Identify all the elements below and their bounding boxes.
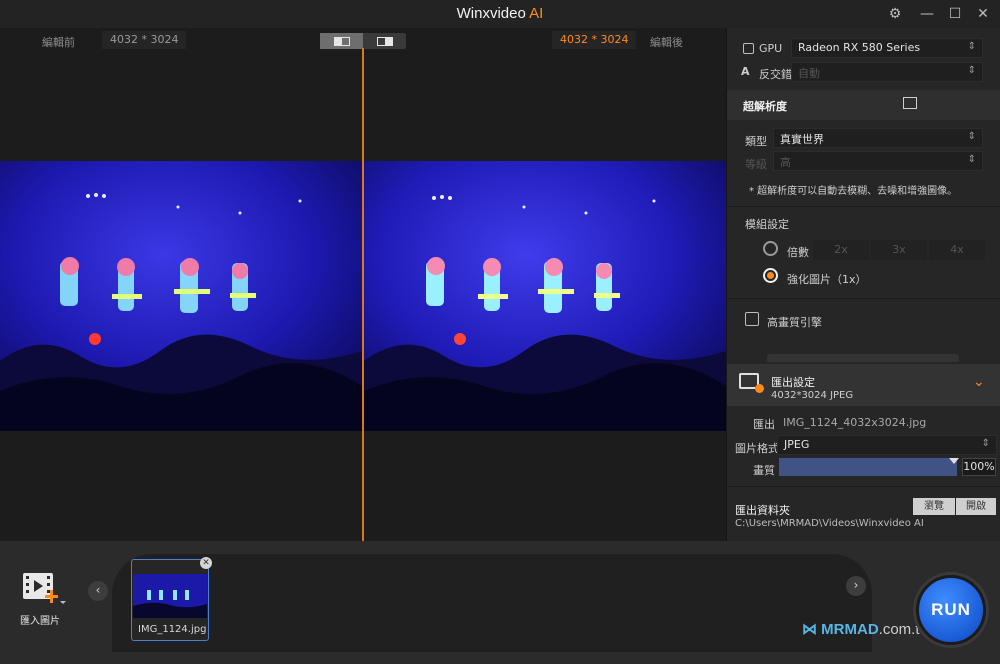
view-mode-toggle	[320, 33, 406, 49]
export-label: 匯出	[753, 418, 775, 431]
before-label: 編輯前	[42, 36, 75, 49]
level-label: 等級	[745, 158, 767, 171]
app-title-main: Winxvideo	[456, 5, 526, 22]
quality-label: 畫質	[753, 464, 775, 477]
deinterlace-select[interactable]: 自動 ⇕	[791, 62, 983, 82]
divider	[727, 486, 1000, 487]
level-select-value: 高	[780, 156, 791, 169]
updown-arrow-icon: ⇕	[967, 41, 976, 52]
concert-stage-image	[0, 161, 362, 431]
type-select[interactable]: 真實世界 ⇕	[773, 128, 983, 148]
export-filename[interactable]: IMG_1124_4032x3024.jpg	[783, 416, 926, 429]
settings-panel: GPU Radeon RX 580 Series ⇕ A 反交錯 自動 ⇕ 超解…	[726, 28, 1000, 541]
quality-value[interactable]: 100%	[962, 458, 996, 476]
chevron-left-icon[interactable]: ‹	[88, 581, 108, 601]
thumbnail-filename: IMG_1124.jpg	[138, 624, 207, 635]
side-by-side-button[interactable]	[363, 33, 406, 49]
image-format-label: 圖片格式	[735, 442, 779, 455]
font-a-icon: A	[741, 65, 750, 78]
panel-handle	[767, 354, 959, 362]
super-resolution-title: 超解析度	[743, 100, 787, 113]
export-settings-summary: 4032*3024 JPEG	[771, 390, 854, 401]
multiplier-4x-button[interactable]: 4x	[929, 240, 985, 260]
module-settings-title: 模組設定	[745, 218, 789, 231]
browse-button[interactable]: 瀏覽	[913, 498, 955, 515]
gpu-select-value: Radeon RX 580 Series	[798, 41, 921, 54]
side-by-side-icon	[376, 36, 393, 46]
export-settings-header	[727, 364, 1000, 406]
enhance-image-radio[interactable]	[763, 268, 778, 283]
type-select-value: 真實世界	[780, 133, 824, 146]
close-icon[interactable]: ✕	[972, 4, 994, 24]
app-title: Winxvideo AI	[0, 5, 1000, 22]
minimize-icon[interactable]: —	[916, 4, 938, 24]
gear-icon[interactable]: ⚙	[884, 4, 906, 24]
level-select[interactable]: 高 ⇕	[773, 151, 983, 171]
gear-badge-icon	[755, 384, 764, 393]
before-image	[0, 161, 362, 431]
chevron-double-down-icon[interactable]: ⌄	[973, 374, 985, 390]
export-folder-path: C:\Users\MRMAD\Videos\Winxvideo AI	[735, 518, 924, 529]
multiplier-radio[interactable]	[763, 241, 778, 256]
preview-area: 編輯前 4032 * 3024 4032 * 3024 編輯後	[0, 28, 726, 541]
film-add-icon	[23, 573, 66, 604]
updown-arrow-icon: ⇕	[967, 154, 976, 165]
multiplier-2x-button[interactable]: 2x	[813, 240, 869, 260]
gpu-select[interactable]: Radeon RX 580 Series ⇕	[791, 38, 983, 58]
image-format-select[interactable]: JPEG ⇕	[777, 435, 997, 455]
run-button[interactable]: RUN	[916, 575, 986, 645]
divider	[727, 298, 1000, 299]
quality-slider-thumb[interactable]	[949, 458, 959, 464]
after-label: 編輯後	[650, 36, 683, 49]
chevron-right-icon[interactable]: ›	[846, 576, 866, 596]
title-bar: Winxvideo AI ⚙ — ☐ ✕	[0, 0, 1000, 28]
compare-slider-handle[interactable]	[362, 48, 364, 541]
remove-thumbnail-icon[interactable]: ✕	[200, 557, 212, 569]
deinterlace-select-value: 自動	[798, 67, 820, 80]
multiplier-3x-button[interactable]: 3x	[871, 240, 927, 260]
divider	[727, 206, 1000, 207]
after-image	[364, 161, 726, 431]
thumbnail-tray	[112, 554, 872, 652]
watermark-mark-icon: ⋈	[802, 621, 817, 638]
multiplier-label: 倍數	[787, 246, 809, 259]
split-view-button[interactable]	[320, 33, 363, 49]
image-thumbnail[interactable]: IMG_1124.jpg	[131, 559, 209, 641]
thumbnail-image	[133, 574, 207, 618]
open-folder-button[interactable]: 開啟	[956, 498, 996, 515]
export-folder-title: 匯出資料夾	[735, 504, 790, 517]
import-image-label: 匯入圖片	[20, 616, 60, 627]
super-resolution-note: * 超解析度可以自動去模糊、去噪和增強圖像。	[749, 186, 958, 197]
hq-engine-checkbox[interactable]	[745, 312, 759, 326]
gpu-checkbox[interactable]	[743, 43, 754, 54]
split-view-icon	[333, 36, 350, 46]
gpu-label: GPU	[759, 42, 783, 55]
image-format-value: JPEG	[784, 438, 810, 451]
watermark-logo: ⋈ MRMAD.com.tw	[802, 620, 930, 638]
type-label: 類型	[745, 135, 767, 148]
hq-engine-label: 高畫質引擎	[767, 316, 822, 329]
quality-slider[interactable]	[779, 458, 957, 476]
app-title-ai: AI	[529, 5, 544, 22]
updown-arrow-icon: ⇕	[967, 65, 976, 76]
watermark-text: MRMAD	[821, 621, 879, 638]
updown-arrow-icon: ⇕	[967, 131, 976, 142]
export-settings-title: 匯出設定	[771, 376, 815, 389]
import-image-button[interactable]	[22, 571, 66, 604]
deinterlace-label: 反交錯	[759, 68, 792, 81]
expand-icon[interactable]	[903, 97, 917, 109]
after-resolution: 4032 * 3024	[552, 31, 637, 49]
concert-stage-image-enhanced	[364, 161, 726, 431]
before-resolution: 4032 * 3024	[102, 31, 187, 49]
enhance-image-label: 強化圖片（1x）	[787, 273, 867, 286]
updown-arrow-icon: ⇕	[981, 438, 990, 449]
maximize-icon[interactable]: ☐	[944, 4, 966, 24]
